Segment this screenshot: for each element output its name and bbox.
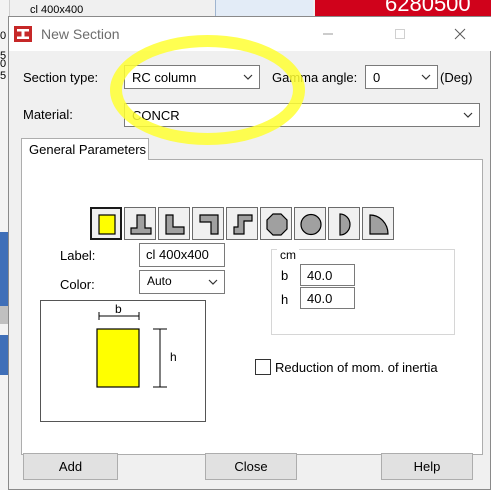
octagon-shape-icon bbox=[266, 213, 288, 236]
color-select[interactable]: Auto bbox=[139, 270, 225, 294]
app-icon bbox=[14, 26, 32, 42]
new-section-dialog: New Section Section type: RC column Gamm… bbox=[8, 16, 491, 490]
chevron-down-icon bbox=[463, 112, 473, 118]
half-circle-shape-icon bbox=[339, 213, 351, 236]
shape-rectangle-button[interactable] bbox=[90, 207, 122, 240]
shape-t-section-button[interactable] bbox=[124, 207, 156, 240]
highlight-annotation bbox=[110, 35, 305, 145]
minimize-icon bbox=[323, 33, 333, 35]
shape-l-section-button[interactable] bbox=[158, 207, 190, 240]
background-red-value: 6280500 bbox=[385, 0, 471, 16]
maximize-button[interactable] bbox=[377, 17, 423, 51]
color-value: Auto bbox=[147, 274, 172, 288]
rectangle-shape-icon bbox=[98, 214, 116, 235]
background-mark: 0 bbox=[0, 30, 7, 42]
shape-quarter-circle-button[interactable] bbox=[362, 207, 394, 240]
close-button[interactable]: Close bbox=[205, 453, 297, 480]
color-label: Color: bbox=[60, 277, 95, 292]
gamma-unit: (Deg) bbox=[440, 70, 473, 85]
maximize-icon bbox=[395, 29, 405, 39]
t-section-shape-icon bbox=[130, 214, 152, 235]
background-tree-item: cl 400x400 bbox=[30, 4, 84, 16]
chevron-down-icon bbox=[208, 279, 218, 285]
shape-octagon-button[interactable] bbox=[260, 207, 292, 240]
preview-b-label: b bbox=[115, 302, 122, 316]
dim-h-label: h bbox=[281, 292, 289, 307]
dim-h-input[interactable]: 40.0 bbox=[300, 287, 355, 309]
chevron-down-icon bbox=[421, 74, 431, 80]
reduction-checkbox[interactable] bbox=[255, 359, 271, 375]
circle-shape-icon bbox=[300, 213, 322, 236]
shape-half-circle-button[interactable] bbox=[328, 207, 360, 240]
close-window-button[interactable] bbox=[437, 17, 483, 51]
shape-circle-button[interactable] bbox=[294, 207, 326, 240]
minimize-button[interactable] bbox=[305, 17, 351, 51]
background-header bbox=[215, 0, 313, 16]
section-drawing bbox=[96, 312, 167, 388]
shape-z-section-button[interactable] bbox=[226, 207, 258, 240]
l-section-shape-icon bbox=[165, 214, 185, 235]
dim-b-input[interactable]: 40.0 bbox=[300, 264, 355, 286]
section-preview: b h bbox=[40, 300, 206, 422]
preview-h-label: h bbox=[170, 350, 177, 364]
units-label: cm bbox=[277, 248, 299, 262]
add-button[interactable]: Add bbox=[23, 453, 118, 480]
gamma-angle-select[interactable]: 0 bbox=[365, 65, 438, 89]
shape-l-inverted-button[interactable] bbox=[192, 207, 224, 240]
background-mark: 0 bbox=[0, 58, 7, 70]
label-label: Label: bbox=[60, 248, 96, 263]
help-button[interactable]: Help bbox=[381, 453, 473, 480]
tab-general-parameters[interactable]: General Parameters bbox=[21, 138, 149, 160]
background-mark: 5 bbox=[0, 70, 7, 82]
section-type-label: Section type: bbox=[23, 70, 99, 85]
reduction-label[interactable]: Reduction of mom. of inertia bbox=[275, 360, 438, 375]
label-input[interactable]: cl 400x400 bbox=[139, 243, 225, 267]
dialog-title: New Section bbox=[41, 26, 120, 42]
close-icon bbox=[454, 28, 466, 40]
material-label: Material: bbox=[23, 107, 73, 122]
dim-b-label: b bbox=[281, 268, 289, 283]
l-inverted-shape-icon bbox=[199, 214, 219, 235]
gamma-angle-value: 0 bbox=[373, 70, 381, 85]
quarter-circle-shape-icon bbox=[369, 214, 389, 235]
z-section-shape-icon bbox=[233, 214, 253, 235]
